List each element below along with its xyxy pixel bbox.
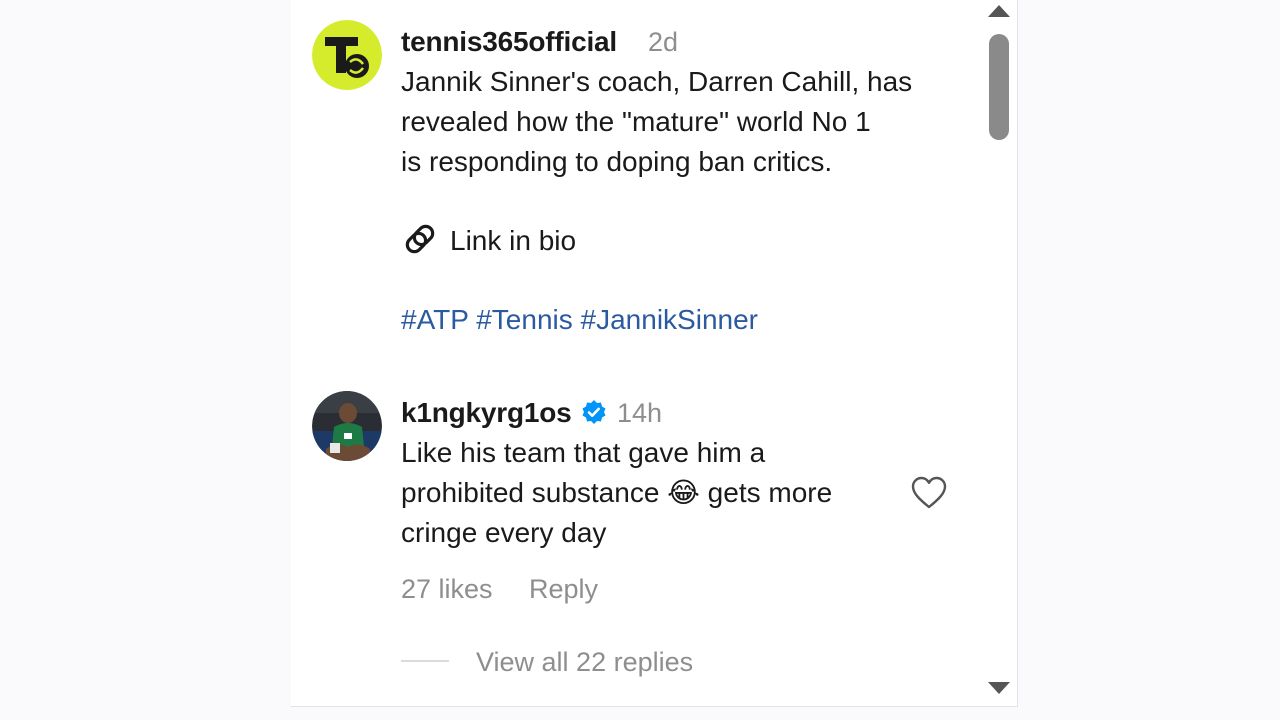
view-replies-button[interactable]: View all 22 replies xyxy=(476,647,693,678)
scrollbar-thumb[interactable] xyxy=(989,34,1009,140)
link-in-bio: Link in bio xyxy=(402,221,576,261)
hashtag-link[interactable]: #Tennis xyxy=(476,304,573,335)
scroll-up-arrow-icon[interactable] xyxy=(988,5,1010,17)
post-caption-line: revealed how the "mature" world No 1 xyxy=(401,106,871,137)
comments-panel: tennis365official 2d Jannik Sinner's coa… xyxy=(291,0,1018,707)
post-hashtags: #ATP #Tennis #JannikSinner xyxy=(401,300,758,340)
verified-badge-icon xyxy=(581,399,607,425)
comment-text-line: Like his team that gave him a xyxy=(401,437,766,468)
post-username[interactable]: tennis365official xyxy=(401,26,617,58)
hashtag-link[interactable]: #JannikSinner xyxy=(581,304,758,335)
post-author-avatar[interactable] xyxy=(312,20,382,90)
comment-author-avatar[interactable] xyxy=(312,391,382,461)
link-icon xyxy=(402,221,438,262)
post-timestamp[interactable]: 2d xyxy=(648,27,678,58)
link-in-bio-label: Link in bio xyxy=(450,225,577,256)
post-caption-line: Jannik Sinner's coach, Darren Cahill, ha… xyxy=(401,66,913,97)
comment-likes-count[interactable]: 27 likes xyxy=(401,574,493,605)
comment-text-line: prohibited substance 😂 gets more xyxy=(401,477,833,508)
heart-icon[interactable] xyxy=(911,476,947,510)
comment-text-line: cringe every day xyxy=(401,517,607,548)
hashtag-link[interactable]: #ATP xyxy=(401,304,468,335)
post-caption-line: is responding to doping ban critics. xyxy=(401,146,833,177)
scroll-down-arrow-icon[interactable] xyxy=(988,682,1010,694)
comment-timestamp[interactable]: 14h xyxy=(617,398,662,429)
comment-username[interactable]: k1ngkyrg1os xyxy=(401,397,572,429)
replies-divider xyxy=(401,660,449,662)
reply-button[interactable]: Reply xyxy=(529,574,598,605)
